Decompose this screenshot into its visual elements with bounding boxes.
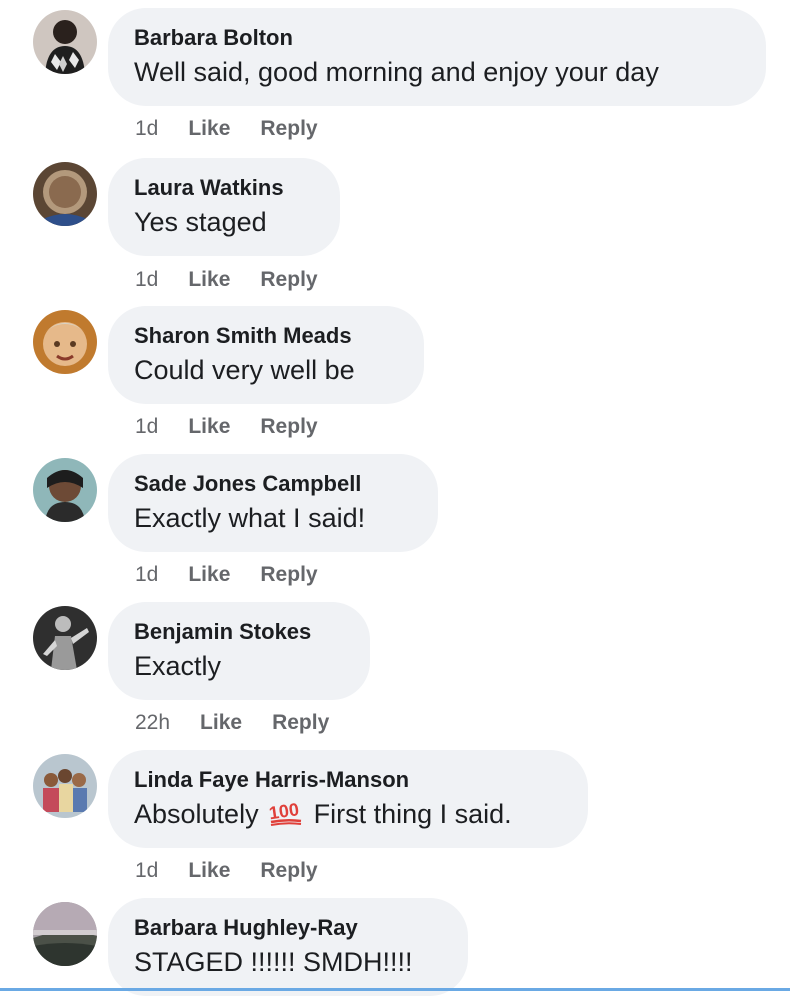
comment-bubble: Sharon Smith Meads Could very well be: [108, 306, 424, 404]
comment-time[interactable]: 1d: [135, 117, 158, 140]
comment-text: Exactly what I said!: [134, 503, 366, 533]
comment-meta: 1d Like Reply: [135, 116, 348, 142]
reply-button[interactable]: Reply: [260, 415, 317, 438]
comment-time[interactable]: 1d: [135, 268, 158, 291]
reply-button[interactable]: Reply: [260, 859, 317, 882]
like-button[interactable]: Like: [188, 268, 230, 291]
like-button[interactable]: Like: [188, 563, 230, 586]
comment-time[interactable]: 1d: [135, 415, 158, 438]
person-photo-icon: [33, 606, 97, 670]
comment-author[interactable]: Laura Watkins: [134, 175, 314, 201]
comment-bubble: Laura Watkins Yes staged: [108, 158, 340, 256]
avatar[interactable]: [33, 902, 97, 966]
person-photo-icon: [33, 754, 97, 818]
comment-bubble: Linda Faye Harris-Manson Absolutely 100 …: [108, 750, 588, 848]
comment-author[interactable]: Barbara Hughley-Ray: [134, 915, 442, 941]
person-photo-icon: [33, 310, 97, 374]
divider: [0, 988, 790, 991]
avatar[interactable]: [33, 754, 97, 818]
comment-text-after: First thing I said.: [313, 799, 512, 829]
comment-text: Could very well be: [134, 355, 355, 385]
comment-bubble: Barbara Bolton Well said, good morning a…: [108, 8, 766, 106]
comment-text: Absolutely 100 First thing I said.: [134, 797, 562, 831]
comment-text: STAGED !!!!!! SMDH!!!!: [134, 947, 413, 977]
like-button[interactable]: Like: [188, 415, 230, 438]
comment-author[interactable]: Benjamin Stokes: [134, 619, 344, 645]
comment-author[interactable]: Barbara Bolton: [134, 25, 740, 51]
person-photo-icon: [33, 10, 97, 74]
comment-bubble: Barbara Hughley-Ray STAGED !!!!!! SMDH!!…: [108, 898, 468, 996]
comment-meta: 1d Like Reply: [135, 858, 348, 884]
avatar[interactable]: [33, 606, 97, 670]
comment-thread: Barbara Bolton Well said, good morning a…: [0, 0, 790, 996]
like-button[interactable]: Like: [188, 859, 230, 882]
reply-button[interactable]: Reply: [260, 268, 317, 291]
comment-author[interactable]: Sharon Smith Meads: [134, 323, 398, 349]
avatar[interactable]: [33, 310, 97, 374]
comment-author[interactable]: Linda Faye Harris-Manson: [134, 767, 562, 793]
comment-meta: 1d Like Reply: [135, 414, 348, 440]
comment-time[interactable]: 1d: [135, 859, 158, 882]
landscape-photo-icon: [33, 902, 97, 966]
avatar[interactable]: [33, 162, 97, 226]
avatar[interactable]: [33, 10, 97, 74]
comment-text: Yes staged: [134, 207, 267, 237]
100-emoji-icon: 100: [268, 799, 302, 826]
comment-meta: 1d Like Reply: [135, 562, 348, 588]
comment-time[interactable]: 22h: [135, 711, 170, 734]
comment-meta: 1d Like Reply: [135, 267, 348, 293]
comment-author[interactable]: Sade Jones Campbell: [134, 471, 412, 497]
like-button[interactable]: Like: [200, 711, 242, 734]
comment-meta: 22h Like Reply: [135, 710, 359, 736]
reply-button[interactable]: Reply: [260, 117, 317, 140]
reply-button[interactable]: Reply: [260, 563, 317, 586]
like-button[interactable]: Like: [188, 117, 230, 140]
comment-bubble: Benjamin Stokes Exactly: [108, 602, 370, 700]
comment-time[interactable]: 1d: [135, 563, 158, 586]
avatar[interactable]: [33, 458, 97, 522]
comment-text: Exactly: [134, 651, 222, 681]
person-photo-icon: [33, 458, 97, 522]
comment-text: Well said, good morning and enjoy your d…: [134, 57, 659, 87]
comment-text-before: Absolutely: [134, 799, 259, 829]
comment-bubble: Sade Jones Campbell Exactly what I said!: [108, 454, 438, 552]
reply-button[interactable]: Reply: [272, 711, 329, 734]
person-photo-icon: [33, 162, 97, 226]
